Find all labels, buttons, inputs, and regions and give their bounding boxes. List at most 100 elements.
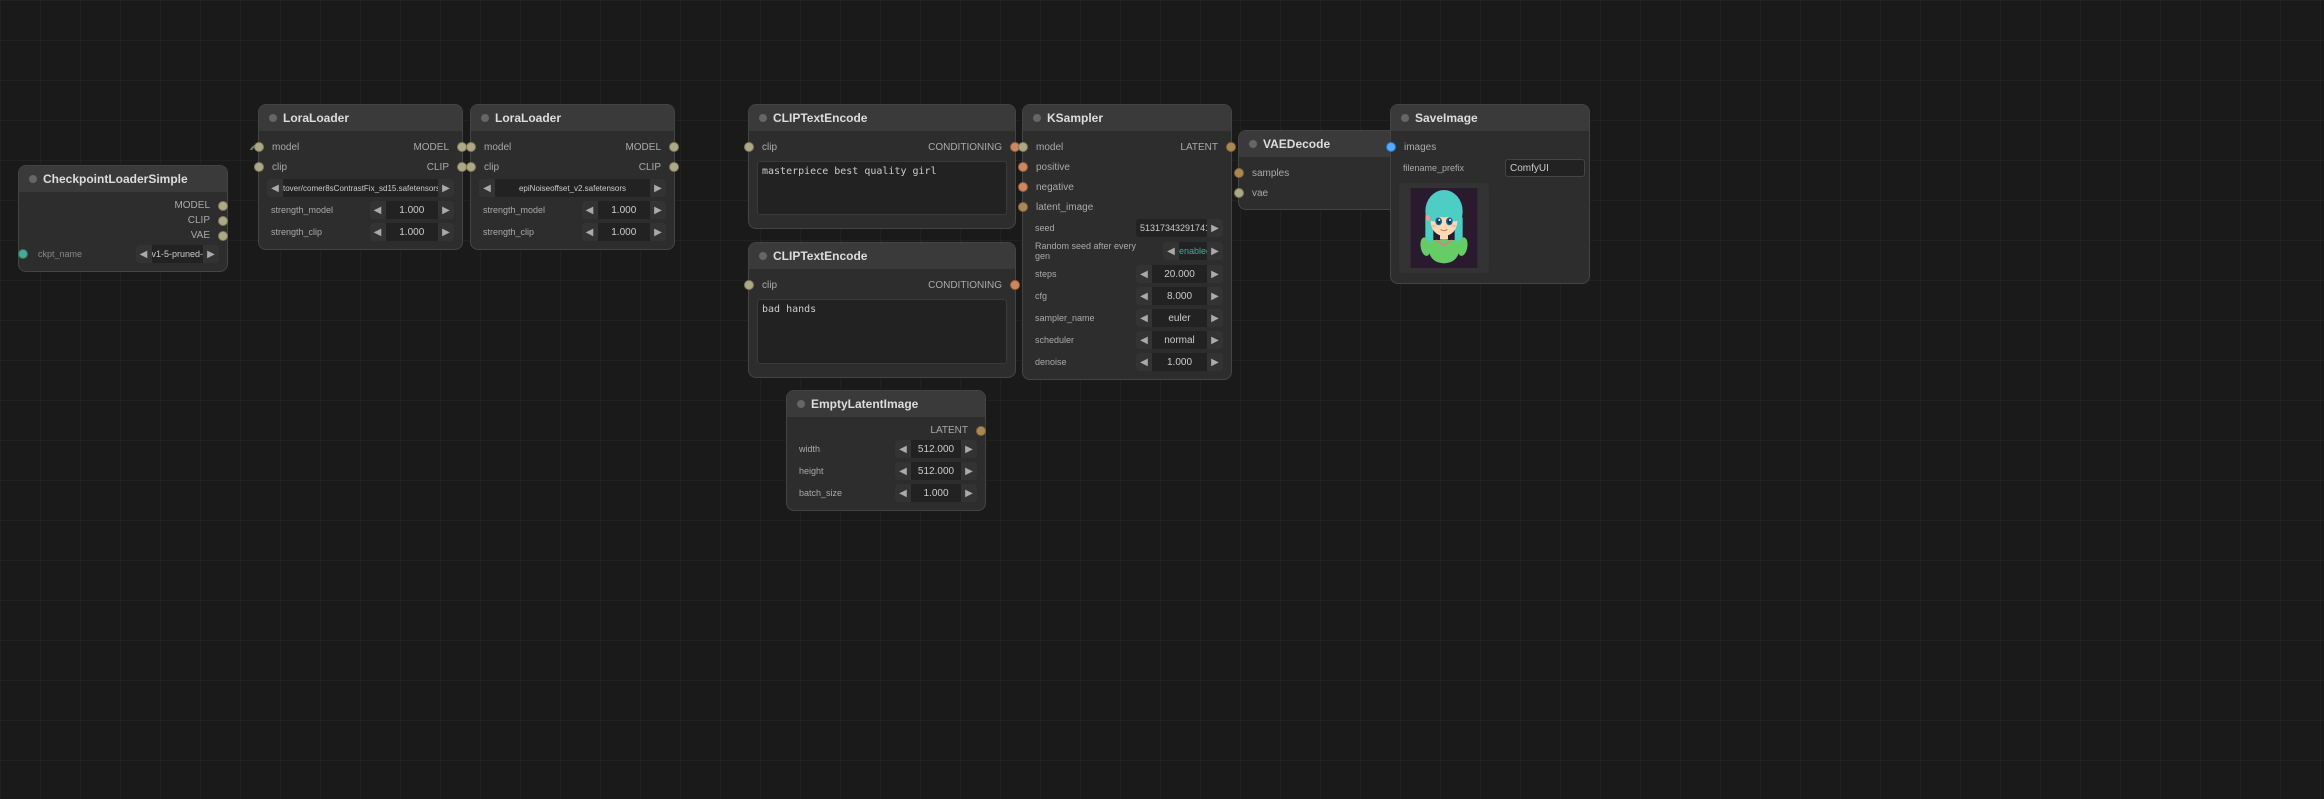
ks-cfg-stepper[interactable]: ◀ 8.000 ▶ [1136,287,1223,305]
port-lora2-clip-out[interactable] [669,162,679,172]
port-vae-vae-in[interactable] [1234,188,1244,198]
port-ckpt-in[interactable] [18,249,28,259]
lora2-str-model-prev[interactable]: ◀ [582,201,598,219]
empty-width-prev[interactable]: ◀ [895,440,911,458]
port-ks-pos-in[interactable] [1018,162,1028,172]
ks-randseed-prev[interactable]: ◀ [1163,242,1179,260]
lora2-str-clip-stepper[interactable]: ◀ 1.000 ▶ [582,223,667,241]
port-lora1-model-in[interactable] [254,142,264,152]
ks-seed-stepper[interactable]: 513173432917412.000 ▶ [1136,219,1223,237]
port-ks-latent-in[interactable] [1018,202,1028,212]
port-clip-neg-out[interactable] [1010,280,1020,290]
node-title: CheckpointLoaderSimple [43,172,188,186]
ks-randseed-row: Random seed after every gen ◀ enabled ▶ [1023,239,1231,263]
lora2-str-model-stepper[interactable]: ◀ 1.000 ▶ [582,201,667,219]
node-clip-neg: CLIPTextEncode clip CONDITIONING bad han… [748,242,1016,378]
port-clip-pos-in[interactable] [744,142,754,152]
clip-neg-textarea[interactable]: bad hands [757,299,1007,364]
clip-pos-label: clip [754,142,882,153]
port-lora2-model-out[interactable] [669,142,679,152]
ks-steps-stepper[interactable]: ◀ 20.000 ▶ [1136,265,1223,283]
port-lora2-clip-in[interactable] [466,162,476,172]
clip-pos-cond-label: CONDITIONING [882,142,1010,153]
ks-scheduler-next[interactable]: ▶ [1207,331,1223,349]
ks-denoise-next[interactable]: ▶ [1207,353,1223,371]
lora2-name-prev[interactable]: ◀ [479,179,495,197]
lora2-name-stepper[interactable]: ◀ epiNoiseoffset_v2.safetensors ▶ [479,179,666,197]
port-lora1-clip-in[interactable] [254,162,264,172]
ks-cfg-next[interactable]: ▶ [1207,287,1223,305]
ks-steps-prev[interactable]: ◀ [1136,265,1152,283]
node-empty-latent-header: EmptyLatentImage [787,391,985,417]
port-save-images-in[interactable] [1386,142,1396,152]
node-canvas[interactable]: CheckpointLoaderSimple MODEL CLIP VAE ck… [0,0,2324,799]
ks-sampler-prev[interactable]: ◀ [1136,309,1152,327]
ckpt-next-btn[interactable]: ▶ [203,245,219,263]
node-dot-ksampler [1033,114,1041,122]
lora1-str-clip-prev[interactable]: ◀ [370,223,386,241]
port-lora2-model-in[interactable] [466,142,476,152]
lora1-name-prev[interactable]: ◀ [267,179,283,197]
ks-scheduler-stepper[interactable]: ◀ normal ▶ [1136,331,1223,349]
lora2-str-clip-prev[interactable]: ◀ [582,223,598,241]
lora2-model-row: model MODEL [471,137,674,157]
lora1-str-clip-next[interactable]: ▶ [438,223,454,241]
lora1-name-stepper[interactable]: ◀ tover/comer8sContrastFix_sd15.safetens… [267,179,454,197]
node-empty-latent-title: EmptyLatentImage [811,397,918,411]
node-lora-loader-1: LoraLoader model MODEL clip CLIP ◀ tover… [258,104,463,250]
node-lora1-title: LoraLoader [283,111,349,125]
port-ks-latent-out[interactable] [1226,142,1236,152]
clip-neg-cond-label: CONDITIONING [882,280,1010,291]
lora2-str-clip-label: strength_clip [475,227,576,237]
port-model-out[interactable] [218,201,228,211]
port-ks-neg-in[interactable] [1018,182,1028,192]
ckpt-prev-btn[interactable]: ◀ [136,245,152,263]
save-prefix-input[interactable] [1505,159,1585,177]
lora1-str-clip-stepper[interactable]: ◀ 1.000 ▶ [370,223,455,241]
port-clip-out[interactable] [218,216,228,226]
port-vae-out[interactable] [218,231,228,241]
port-ks-model-in[interactable] [1018,142,1028,152]
ks-randseed-next[interactable]: ▶ [1207,242,1223,260]
lora2-str-clip-val: 1.000 [598,227,651,238]
empty-width-next[interactable]: ▶ [961,440,977,458]
lora1-clip-label: clip [264,162,361,173]
node-checkpoint-loader: CheckpointLoaderSimple MODEL CLIP VAE ck… [18,165,228,272]
ks-cfg-prev[interactable]: ◀ [1136,287,1152,305]
empty-height-next[interactable]: ▶ [961,462,977,480]
lora1-str-clip-label: strength_clip [263,227,364,237]
empty-batch-prev[interactable]: ◀ [895,484,911,502]
ks-seed-next[interactable]: ▶ [1207,219,1223,237]
ks-scheduler-prev[interactable]: ◀ [1136,331,1152,349]
ks-model-label: model [1028,142,1127,153]
empty-width-stepper[interactable]: ◀ 512.000 ▶ [895,440,977,458]
ks-denoise-stepper[interactable]: ◀ 1.000 ▶ [1136,353,1223,371]
lora1-str-model-next[interactable]: ▶ [438,201,454,219]
ks-sampler-next[interactable]: ▶ [1207,309,1223,327]
empty-batch-stepper[interactable]: ◀ 1.000 ▶ [895,484,977,502]
port-vae-samples-in[interactable] [1234,168,1244,178]
ks-steps-next[interactable]: ▶ [1207,265,1223,283]
ks-sampler-stepper[interactable]: ◀ euler ▶ [1136,309,1223,327]
ckpt-name-row: ckpt_name ◀ v1-5-pruned-emaonly.ckpt ▶ [19,243,227,265]
port-clip-neg-in[interactable] [744,280,754,290]
empty-height-stepper[interactable]: ◀ 512.000 ▶ [895,462,977,480]
ks-randseed-stepper[interactable]: ◀ enabled ▶ [1163,242,1223,260]
node-checkpoint-body: MODEL CLIP VAE ckpt_name ◀ v1-5-pruned-e… [19,192,227,271]
empty-height-prev[interactable]: ◀ [895,462,911,480]
lora1-str-model-stepper[interactable]: ◀ 1.000 ▶ [370,201,455,219]
ks-model-row: model LATENT [1023,137,1231,157]
port-empty-latent-out[interactable] [976,426,986,436]
lora2-str-clip-next[interactable]: ▶ [650,223,666,241]
lora2-name-next[interactable]: ▶ [650,179,666,197]
ckpt-name-stepper[interactable]: ◀ v1-5-pruned-emaonly.ckpt ▶ [136,245,220,263]
lora1-str-model-prev[interactable]: ◀ [370,201,386,219]
lora1-name-next[interactable]: ▶ [438,179,454,197]
output-model-label: MODEL [23,200,218,211]
empty-batch-next[interactable]: ▶ [961,484,977,502]
lora1-name-row: ◀ tover/comer8sContrastFix_sd15.safetens… [259,177,462,199]
lora2-str-model-next[interactable]: ▶ [650,201,666,219]
ks-denoise-prev[interactable]: ◀ [1136,353,1152,371]
node-clip-neg-title: CLIPTextEncode [773,249,867,263]
clip-pos-textarea[interactable]: masterpiece best quality girl [757,161,1007,215]
